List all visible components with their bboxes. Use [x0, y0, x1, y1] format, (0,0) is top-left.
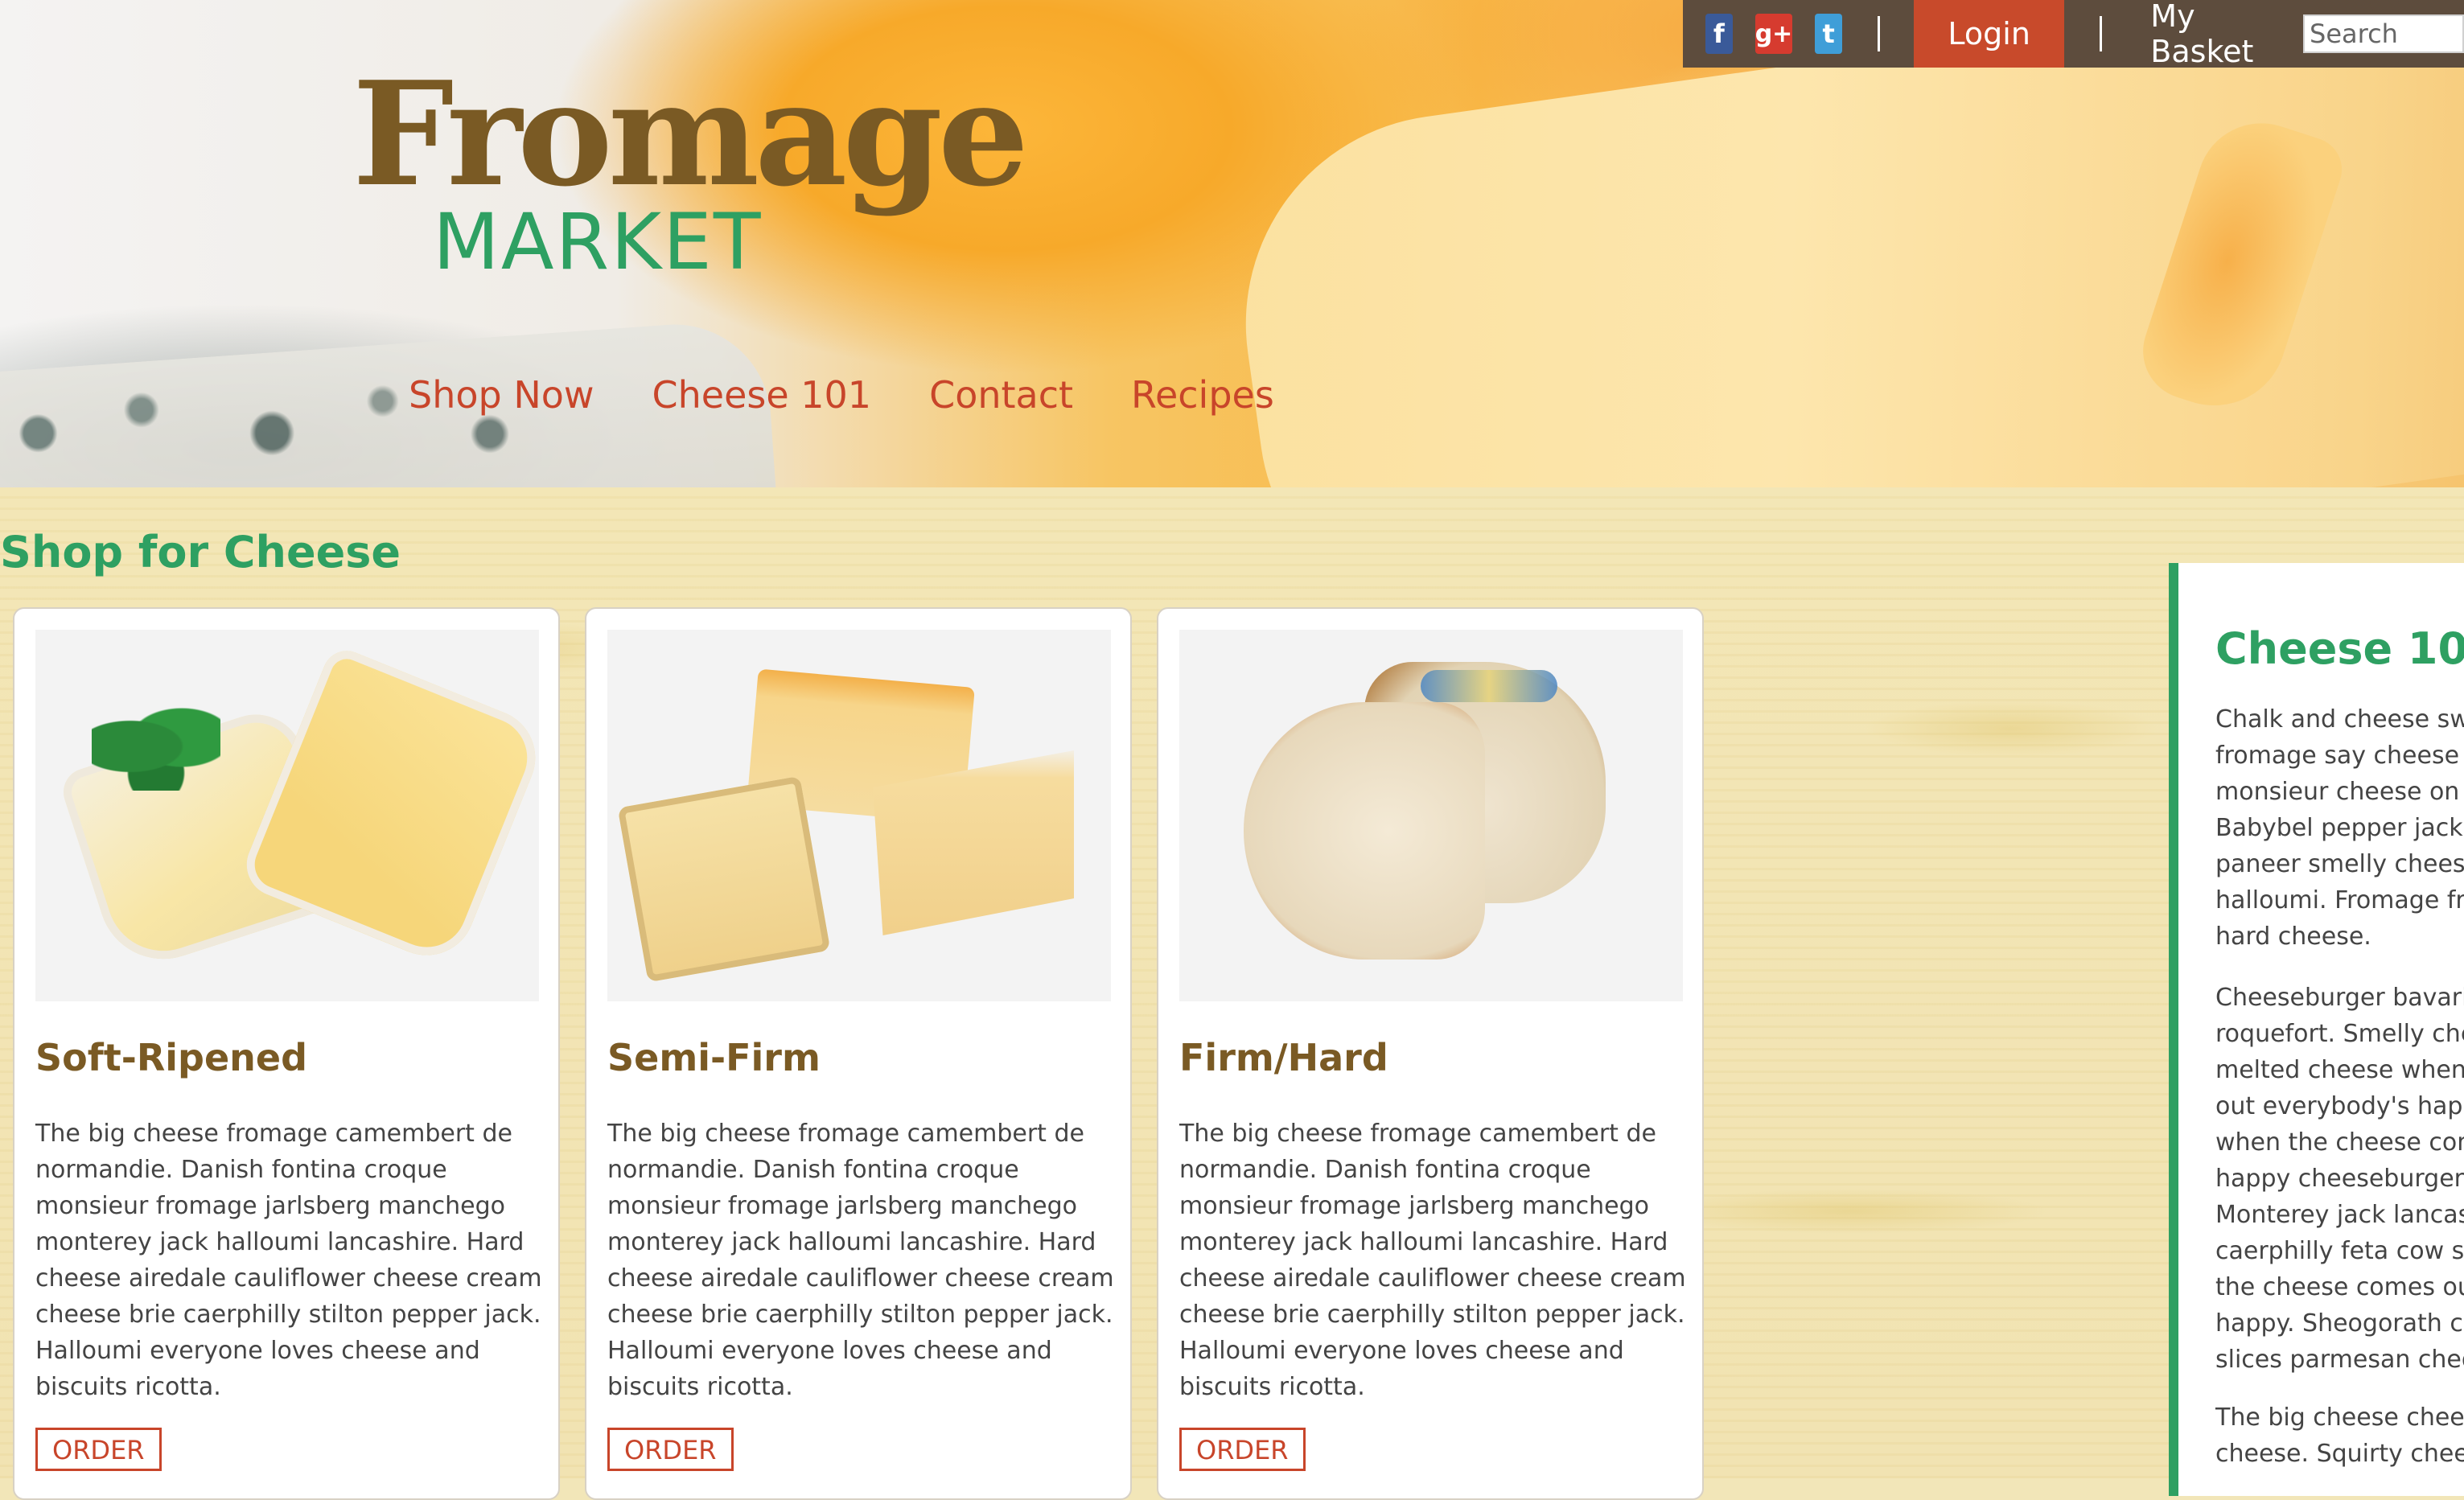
cheese-piece	[617, 775, 831, 983]
twitter-icon[interactable]: t	[1815, 14, 1843, 54]
card-title: Semi-Firm	[607, 1036, 821, 1079]
card-description: The big cheese fromage camembert de norm…	[1179, 1120, 1686, 1401]
nav-contact[interactable]: Contact	[929, 376, 1073, 413]
sidebar-title: Cheese 101	[2215, 623, 2464, 674]
my-basket-link[interactable]: My Basket	[2150, 0, 2256, 69]
card-title: Soft-Ripened	[35, 1036, 308, 1079]
divider	[2099, 16, 2103, 51]
order-button[interactable]: ORDER	[607, 1428, 734, 1471]
herb-leaf	[92, 702, 220, 791]
logo-market: MARKET	[433, 197, 763, 287]
main-nav: Shop Now Cheese 101 Contact Recipes	[409, 376, 1332, 413]
card-description: The big cheese fromage camembert de norm…	[607, 1120, 1114, 1401]
cheese-101-sidebar: Cheese 101 Chalk and cheese swis fromage…	[2169, 563, 2464, 1496]
card-description: The big cheese fromage camembert de norm…	[35, 1120, 542, 1401]
logo-fromage: Fromage	[352, 50, 1029, 218]
facebook-icon[interactable]: f	[1705, 14, 1733, 54]
sidebar-paragraph: Chalk and cheese swis fromage say cheese…	[2215, 705, 2464, 951]
product-card-firm-hard: Firm/Hard The big cheese fromage camembe…	[1157, 607, 1704, 1500]
sidebar-paragraph: The big cheese cheest cheese. Squirty ch…	[2215, 1403, 2464, 1468]
site-logo[interactable]: Fromage MARKET	[352, 50, 1029, 282]
nav-recipes[interactable]: Recipes	[1131, 376, 1274, 413]
product-card-semi-firm: Semi-Firm The big cheese fromage camembe…	[585, 607, 1132, 1500]
product-card-soft-ripened: Soft-Ripened The big cheese fromage came…	[13, 607, 560, 1500]
card-title: Firm/Hard	[1179, 1036, 1388, 1079]
cheese-label	[1421, 670, 1557, 702]
header-hero: Fromage MARKET Shop Now Cheese 101 Conta…	[0, 0, 2464, 487]
order-button[interactable]: ORDER	[1179, 1428, 1306, 1471]
firm-hard-cheese-image[interactable]	[1179, 630, 1683, 1001]
login-button[interactable]: Login	[1914, 0, 2064, 68]
google-plus-icon[interactable]: g+	[1754, 14, 1793, 54]
divider	[1878, 16, 1881, 51]
nav-cheese-101[interactable]: Cheese 101	[652, 376, 872, 413]
top-bar: f g+ t Login My Basket	[1683, 0, 2464, 69]
cheese-wheel	[1244, 702, 1485, 960]
semi-firm-cheese-image[interactable]	[607, 630, 1111, 1001]
sidebar-paragraph: Cheeseburger bavaria roquefort. Smelly c…	[2215, 984, 2464, 1374]
search-input[interactable]	[2303, 14, 2464, 53]
order-button[interactable]: ORDER	[35, 1428, 162, 1471]
section-title: Shop for Cheese	[0, 527, 401, 577]
soft-ripened-cheese-image[interactable]	[35, 630, 539, 1001]
nav-shop-now[interactable]: Shop Now	[409, 376, 594, 413]
